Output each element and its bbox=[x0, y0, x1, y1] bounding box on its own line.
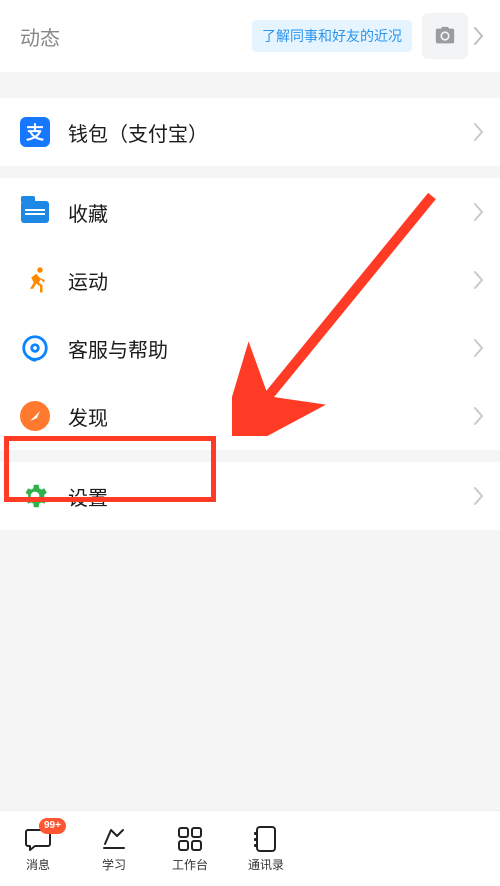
tab-messages[interactable]: 99+ 消息 bbox=[0, 824, 76, 873]
help-row[interactable]: 客服与帮助 bbox=[0, 314, 500, 382]
chevron-right-icon bbox=[474, 487, 484, 505]
gear-icon bbox=[20, 481, 50, 511]
wallet-label: 钱包（支付宝） bbox=[68, 118, 474, 147]
header-title: 动态 bbox=[20, 22, 252, 51]
tab-contacts-label: 通讯录 bbox=[248, 856, 284, 873]
grid-icon bbox=[175, 824, 205, 854]
sport-row[interactable]: 运动 bbox=[0, 246, 500, 314]
chevron-right-icon bbox=[474, 203, 484, 221]
favorites-label: 收藏 bbox=[68, 198, 474, 227]
help-label: 客服与帮助 bbox=[68, 334, 474, 363]
chevron-right-icon bbox=[474, 407, 484, 425]
discover-row[interactable]: 发现 bbox=[0, 382, 500, 450]
chevron-right-icon[interactable] bbox=[474, 27, 484, 45]
section-middle: 收藏 运动 客服与帮助 发现 bbox=[0, 178, 500, 450]
section-wallet: 支 钱包（支付宝） bbox=[0, 98, 500, 166]
headset-icon bbox=[20, 333, 50, 363]
tab-contacts[interactable]: 通讯录 bbox=[228, 824, 304, 873]
chat-icon: 99+ bbox=[23, 824, 53, 854]
moments-hint[interactable]: 了解同事和好友的近况 bbox=[252, 20, 412, 52]
running-icon bbox=[20, 265, 50, 295]
contacts-icon bbox=[251, 824, 281, 854]
tab-study-label: 学习 bbox=[102, 856, 126, 873]
tab-messages-label: 消息 bbox=[26, 856, 50, 873]
section-settings: 设置 bbox=[0, 462, 500, 530]
study-icon bbox=[99, 824, 129, 854]
chevron-right-icon bbox=[474, 123, 484, 141]
camera-icon bbox=[434, 25, 456, 47]
camera-button[interactable] bbox=[422, 13, 468, 59]
tab-bar: 99+ 消息 学习 工作台 通讯录 bbox=[0, 810, 500, 886]
wallet-row[interactable]: 支 钱包（支付宝） bbox=[0, 98, 500, 166]
folder-icon bbox=[20, 197, 50, 227]
compass-icon bbox=[20, 401, 50, 431]
tab-study[interactable]: 学习 bbox=[76, 824, 152, 873]
chevron-right-icon bbox=[474, 271, 484, 289]
alipay-icon: 支 bbox=[20, 117, 50, 147]
tab-workspace[interactable]: 工作台 bbox=[152, 824, 228, 873]
sport-label: 运动 bbox=[68, 266, 474, 295]
settings-label: 设置 bbox=[68, 482, 474, 511]
discover-label: 发现 bbox=[68, 402, 474, 431]
header: 动态 了解同事和好友的近况 bbox=[0, 0, 500, 72]
tab-workspace-label: 工作台 bbox=[172, 856, 208, 873]
settings-row[interactable]: 设置 bbox=[0, 462, 500, 530]
messages-badge: 99+ bbox=[39, 818, 66, 834]
favorites-row[interactable]: 收藏 bbox=[0, 178, 500, 246]
chevron-right-icon bbox=[474, 339, 484, 357]
